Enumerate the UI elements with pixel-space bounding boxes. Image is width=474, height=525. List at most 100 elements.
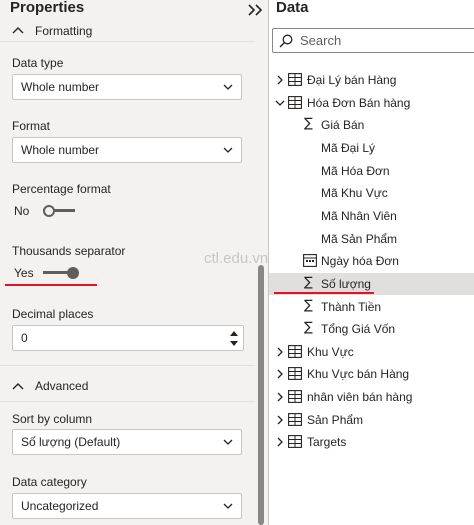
tree-item-label: Mã Nhân Viên (321, 208, 397, 223)
properties-header: Properties (0, 0, 268, 22)
data-type-label: Data type (12, 56, 64, 70)
tree-item-label: nhân viên bán hàng (307, 390, 413, 405)
tree-item-dai-ly-ban-hang[interactable]: Đại Lý bán Hàng (269, 69, 474, 91)
section-divider (0, 365, 255, 366)
properties-title: Properties (10, 0, 85, 16)
data-category-value: Uncategorized (21, 499, 99, 513)
tree-item-label: Giá Bán (321, 118, 365, 133)
tree-item-san-pham[interactable]: Sản Phẩm (269, 409, 474, 431)
tree-item-label: Sản Phẩm (307, 412, 364, 427)
tree-item-ma-dai-ly[interactable]: Mã Đại Lý (269, 137, 474, 159)
tree-item-ma-hoa-don[interactable]: Mã Hóa Đơn (269, 160, 474, 182)
watermark: ctl.edu.vn (204, 250, 269, 267)
data-pane: Data Search Đại Lý bán Hàng Hóa Đơn Bán h… (269, 0, 474, 525)
chevron-down-icon[interactable] (275, 98, 285, 108)
chevron-up-icon (12, 383, 24, 390)
highlight-underline (5, 284, 97, 286)
tree-item-gia-ban[interactable]: ∑ Giá Bán (269, 114, 474, 136)
format-value: Whole number (21, 143, 100, 157)
chevron-right-icon[interactable] (275, 437, 285, 447)
percentage-format-label: Percentage format (12, 182, 111, 196)
tree-item-label: Mã Hóa Đơn (321, 163, 390, 178)
formatting-section-header[interactable]: Formatting (0, 20, 255, 42)
tree-item-label: Thành Tiền (321, 299, 382, 314)
table-icon (288, 95, 302, 109)
decimal-places-value: 0 (21, 331, 28, 345)
tree-item-label: Hóa Đơn Bán hàng (307, 95, 411, 110)
tree-item-label: Khu Vực (307, 344, 354, 359)
data-title: Data (276, 0, 309, 16)
tree-item-ma-san-pham[interactable]: Mã Sản Phẩm (269, 228, 474, 250)
tree-item-thanh-tien[interactable]: ∑ Thành Tiền (269, 296, 474, 318)
properties-pane: Properties Formatting Data type Whole nu… (0, 0, 268, 525)
sigma-icon: ∑ (304, 297, 313, 313)
data-type-dropdown[interactable]: Whole number (12, 74, 242, 100)
thousands-separator-state: Yes (14, 266, 34, 280)
tree-item-label: Targets (307, 435, 347, 450)
sigma-icon: ∑ (304, 320, 313, 336)
caret-up-icon[interactable] (230, 330, 238, 336)
sigma-icon: ∑ (304, 274, 313, 290)
percentage-format-state: No (14, 204, 30, 218)
thousands-separator-toggle[interactable]: Yes (14, 265, 104, 281)
chevron-right-icon[interactable] (275, 347, 285, 357)
sort-by-column-dropdown[interactable]: Số lượng (Default) (12, 429, 242, 455)
chevron-down-icon (223, 84, 233, 90)
search-icon (279, 34, 293, 48)
tree-item-label: Khu Vực bán Hàng (307, 367, 410, 382)
tree-item-targets[interactable]: Targets (269, 431, 474, 453)
data-category-dropdown[interactable]: Uncategorized (12, 493, 242, 519)
search-input[interactable]: Search (272, 28, 474, 53)
sort-by-column-label: Sort by column (12, 412, 93, 426)
search-placeholder: Search (300, 33, 342, 48)
table-icon (288, 412, 302, 426)
toggle-knob (43, 205, 55, 217)
tree-item-label: Tổng Giá Vốn (321, 322, 396, 337)
table-icon (288, 73, 302, 86)
tree-item-nhan-vien-ban-hang[interactable]: nhân viên bán hàng (269, 386, 474, 408)
chevron-right-icon[interactable] (275, 415, 285, 425)
tree-item-ma-khu-vuc[interactable]: Mã Khu Vực (269, 182, 474, 204)
caret-down-icon[interactable] (230, 341, 238, 347)
calendar-icon (303, 254, 317, 268)
percentage-format-toggle[interactable]: No (14, 203, 104, 219)
chevron-right-icon[interactable] (275, 392, 285, 402)
tree-item-khu-vuc-ban-hang[interactable]: Khu Vực bán Hàng (269, 363, 474, 385)
tree-item-ma-nhan-vien[interactable]: Mã Nhân Viên (269, 205, 474, 227)
sort-by-column-value: Số lượng (Default) (21, 435, 121, 449)
section-divider (0, 41, 255, 42)
chevron-up-icon (12, 27, 24, 34)
tree-item-label: Ngày hóa Đơn (321, 254, 399, 269)
tree-item-hoa-don-ban-hang[interactable]: Hóa Đơn Bán hàng (269, 92, 474, 114)
section-divider (0, 401, 255, 402)
decimal-places-stepper[interactable]: 0 (12, 325, 244, 351)
tree-item-tong-gia-von[interactable]: ∑ Tổng Giá Vốn (269, 318, 474, 340)
tree-item-label: Mã Khu Vực (321, 186, 388, 201)
tree-item-label: Mã Sản Phẩm (321, 231, 398, 246)
chevron-down-icon (223, 503, 233, 509)
highlight-underline (274, 292, 374, 294)
table-icon (288, 390, 302, 404)
sigma-icon: ∑ (304, 116, 313, 132)
advanced-section-header[interactable]: Advanced (0, 376, 255, 398)
tree-item-label: Số lượng (321, 276, 371, 291)
chevron-right-icon[interactable] (275, 369, 285, 379)
thousands-separator-label: Thousands separator (12, 244, 126, 258)
toggle-knob (67, 267, 79, 279)
table-icon (288, 435, 302, 449)
tree-item-ngay-hoa-don[interactable]: Ngày hóa Đơn (269, 250, 474, 272)
format-dropdown[interactable]: Whole number (12, 137, 242, 163)
advanced-label: Advanced (35, 379, 89, 393)
chevron-right-icon[interactable] (275, 75, 285, 85)
double-chevron-right-icon[interactable] (247, 3, 265, 17)
data-category-label: Data category (12, 475, 87, 489)
properties-scrollbar-thumb[interactable] (258, 265, 264, 525)
data-type-value: Whole number (21, 80, 100, 94)
tree-item-label: Đại Lý bán Hàng (307, 73, 397, 87)
tree-item-label: Mã Đại Lý (321, 140, 376, 155)
formatting-label: Formatting (35, 24, 93, 38)
table-icon (288, 367, 302, 381)
chevron-down-icon (223, 147, 233, 153)
tree-item-khu-vuc[interactable]: Khu Vực (269, 341, 474, 363)
format-label: Format (12, 119, 51, 133)
